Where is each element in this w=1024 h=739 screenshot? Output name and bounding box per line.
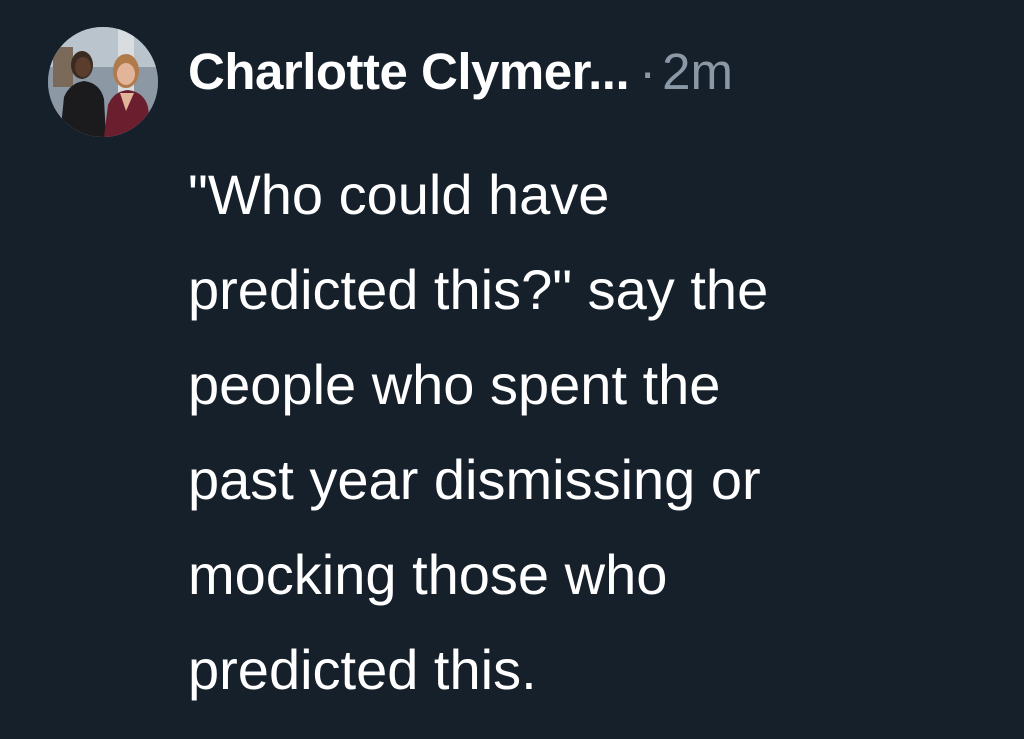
- tweet-text-line: mocking those who: [188, 543, 668, 606]
- tweet-text-line: people who spent the: [188, 353, 721, 416]
- tweet[interactable]: Charlotte Clymer... · 2m "Who could have…: [0, 0, 1024, 739]
- tweet-text-line: predicted this?" say the: [188, 258, 769, 321]
- tweet-text-line: "Who could have: [188, 163, 610, 226]
- tweet-text-line: predicted this.: [188, 638, 537, 701]
- tweet-text-line: past year dismissing or: [188, 448, 761, 511]
- avatar[interactable]: [48, 27, 158, 137]
- tweet-header: Charlotte Clymer... · 2m: [188, 42, 733, 122]
- separator-dot: ·: [639, 43, 657, 100]
- avatar-photo: [48, 27, 158, 137]
- timestamp[interactable]: 2m: [662, 42, 733, 101]
- tweet-text: "Who could have predicted this?" say the…: [188, 147, 998, 717]
- author-name[interactable]: Charlotte Clymer...: [188, 42, 630, 101]
